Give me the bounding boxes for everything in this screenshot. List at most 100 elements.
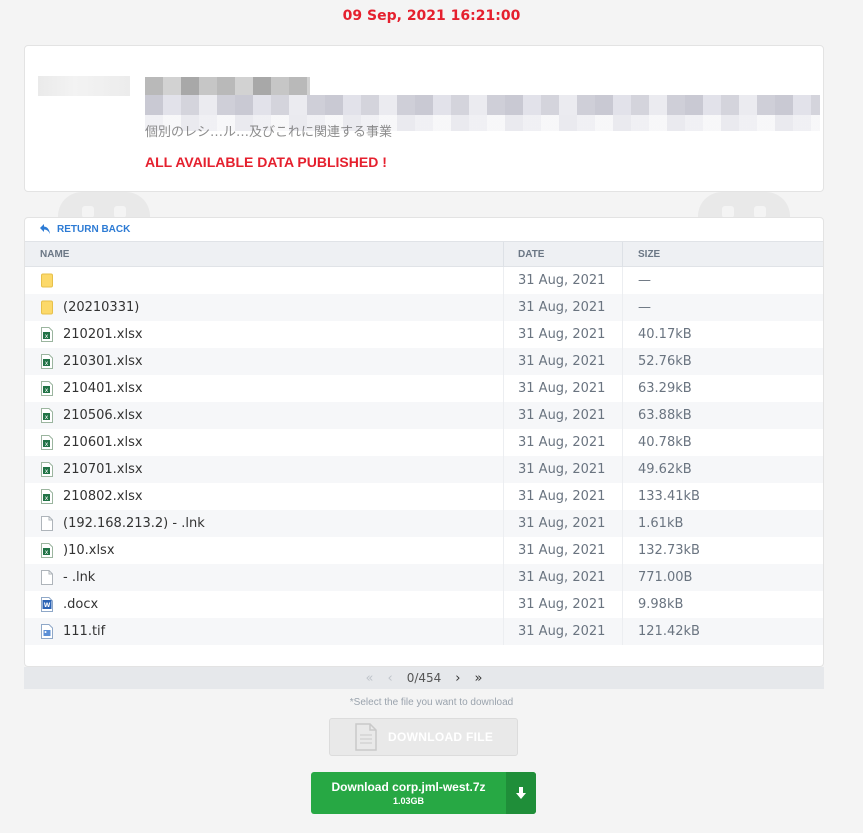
- file-browser: RETURN BACK NAME DATE SIZE 31 Aug, 2021 —…: [24, 217, 824, 667]
- download-file-button[interactable]: DOWNLOAD FILE: [329, 718, 518, 756]
- excel-file-icon: x: [41, 489, 53, 504]
- svg-text:x: x: [45, 360, 49, 367]
- folder-icon: [41, 300, 53, 315]
- file-size: 121.42kB: [638, 624, 700, 639]
- redacted-description: [145, 95, 820, 115]
- file-row[interactable]: 31 Aug, 2021 —: [25, 267, 823, 294]
- word-file-icon: W: [41, 597, 53, 612]
- download-file-label: DOWNLOAD FILE: [388, 730, 494, 744]
- file-date: 31 Aug, 2021: [518, 300, 606, 315]
- publication-status: ALL AVAILABLE DATA PUBLISHED !: [145, 154, 387, 170]
- excel-file-icon: x: [41, 327, 53, 342]
- download-hint: *Select the file you want to download: [349, 697, 514, 708]
- next-page-button[interactable]: ›: [455, 671, 460, 686]
- redacted-title: [145, 77, 310, 95]
- file-name: 210506.xlsx: [63, 408, 143, 423]
- file-row[interactable]: (20210331) 31 Aug, 2021 —: [25, 294, 823, 321]
- file-row[interactable]: x 210701.xlsx 31 Aug, 2021 49.62kB: [25, 456, 823, 483]
- file-icon: [41, 570, 53, 585]
- file-name: )10.xlsx: [63, 543, 115, 558]
- file-name: .docx: [63, 597, 99, 612]
- file-name: - .lnk: [63, 570, 96, 585]
- file-size: 63.29kB: [638, 381, 692, 396]
- file-size: 771.00B: [638, 570, 693, 585]
- file-list: 31 Aug, 2021 — (20210331) 31 Aug, 2021 — x 210…: [25, 267, 823, 645]
- file-name: (20210331): [63, 300, 140, 315]
- file-size: 40.78kB: [638, 435, 692, 450]
- file-date: 31 Aug, 2021: [518, 462, 606, 477]
- file-name: 210601.xlsx: [63, 435, 143, 450]
- file-row[interactable]: x 210401.xlsx 31 Aug, 2021 63.29kB: [25, 375, 823, 402]
- file-date: 31 Aug, 2021: [518, 597, 606, 612]
- file-date: 31 Aug, 2021: [518, 408, 606, 423]
- file-name: 210301.xlsx: [63, 354, 143, 369]
- prev-page-button[interactable]: ‹: [388, 671, 393, 686]
- return-arrow-icon: [40, 224, 50, 234]
- file-date: 31 Aug, 2021: [518, 489, 606, 504]
- file-table-header: NAME DATE SIZE: [25, 241, 823, 268]
- file-date: 31 Aug, 2021: [518, 543, 606, 558]
- file-row[interactable]: x 210201.xlsx 31 Aug, 2021 40.17kB: [25, 321, 823, 348]
- image-file-icon: [41, 624, 53, 639]
- file-size: —: [638, 273, 651, 288]
- file-row[interactable]: 111.tif 31 Aug, 2021 121.42kB: [25, 618, 823, 645]
- archive-name: Download corp.jml-west.7z: [331, 780, 486, 794]
- return-back-link[interactable]: RETURN BACK: [39, 223, 130, 235]
- download-archive-button[interactable]: Download corp.jml-west.7z 1.03GB: [311, 772, 536, 814]
- archive-size: 1.03GB: [392, 796, 425, 806]
- file-name: 111.tif: [63, 624, 106, 639]
- file-row[interactable]: - .lnk 31 Aug, 2021 771.00B: [25, 564, 823, 591]
- file-icon: [41, 516, 53, 531]
- file-date: 31 Aug, 2021: [518, 381, 606, 396]
- document-icon: [355, 723, 377, 751]
- last-page-button[interactable]: »: [475, 671, 483, 686]
- excel-file-icon: x: [41, 408, 53, 423]
- file-name: 210401.xlsx: [63, 381, 143, 396]
- file-size: —: [638, 300, 651, 315]
- file-row[interactable]: W .docx 31 Aug, 2021 9.98kB: [25, 591, 823, 618]
- page-indicator: 0/454: [406, 671, 442, 685]
- file-row[interactable]: x 210506.xlsx 31 Aug, 2021 63.88kB: [25, 402, 823, 429]
- file-date: 31 Aug, 2021: [518, 327, 606, 342]
- company-subtitle: 個別のレシ…ル…及びこれに関連する事業: [145, 125, 393, 139]
- file-date: 31 Aug, 2021: [518, 354, 606, 369]
- download-arrow-icon: [506, 772, 536, 814]
- pagination: « ‹ 0/454 › »: [24, 667, 824, 689]
- file-date: 31 Aug, 2021: [518, 435, 606, 450]
- column-header-date[interactable]: DATE: [518, 249, 544, 260]
- excel-file-icon: x: [41, 543, 53, 558]
- file-date: 31 Aug, 2021: [518, 570, 606, 585]
- file-date: 31 Aug, 2021: [518, 624, 606, 639]
- file-size: 52.76kB: [638, 354, 692, 369]
- file-date: 31 Aug, 2021: [518, 516, 606, 531]
- file-date: 31 Aug, 2021: [518, 273, 606, 288]
- excel-file-icon: x: [41, 435, 53, 450]
- file-size: 132.73kB: [638, 543, 700, 558]
- file-row[interactable]: (192.168.213.2) - .lnk 31 Aug, 2021 1.61kB: [25, 510, 823, 537]
- file-row[interactable]: x 210301.xlsx 31 Aug, 2021 52.76kB: [25, 348, 823, 375]
- column-header-size[interactable]: SIZE: [638, 249, 660, 260]
- excel-file-icon: x: [41, 354, 53, 369]
- file-size: 40.17kB: [638, 327, 692, 342]
- leak-timestamp: 09 Sep, 2021 16:21:00: [342, 8, 521, 24]
- file-row[interactable]: x 210802.xlsx 31 Aug, 2021 133.41kB: [25, 483, 823, 510]
- file-name: 210701.xlsx: [63, 462, 143, 477]
- svg-text:W: W: [44, 602, 51, 609]
- file-size: 9.98kB: [638, 597, 684, 612]
- excel-file-icon: x: [41, 381, 53, 396]
- file-name: 210201.xlsx: [63, 327, 143, 342]
- file-size: 49.62kB: [638, 462, 692, 477]
- file-name: (192.168.213.2) - .lnk: [63, 516, 205, 531]
- column-header-name[interactable]: NAME: [40, 249, 69, 260]
- return-back-label: RETURN BACK: [57, 223, 131, 235]
- company-info-card: 個別のレシ…ル…及びこれに関連する事業 ALL AVAILABLE DATA P…: [24, 45, 824, 192]
- file-row[interactable]: x 210601.xlsx 31 Aug, 2021 40.78kB: [25, 429, 823, 456]
- first-page-button[interactable]: «: [366, 671, 374, 686]
- file-row[interactable]: x )10.xlsx 31 Aug, 2021 132.73kB: [25, 537, 823, 564]
- file-name: 210802.xlsx: [63, 489, 143, 504]
- file-size: 1.61kB: [638, 516, 684, 531]
- svg-text:x: x: [45, 387, 49, 394]
- svg-text:x: x: [45, 549, 49, 556]
- svg-text:x: x: [45, 468, 49, 475]
- redacted-logo: [38, 76, 130, 96]
